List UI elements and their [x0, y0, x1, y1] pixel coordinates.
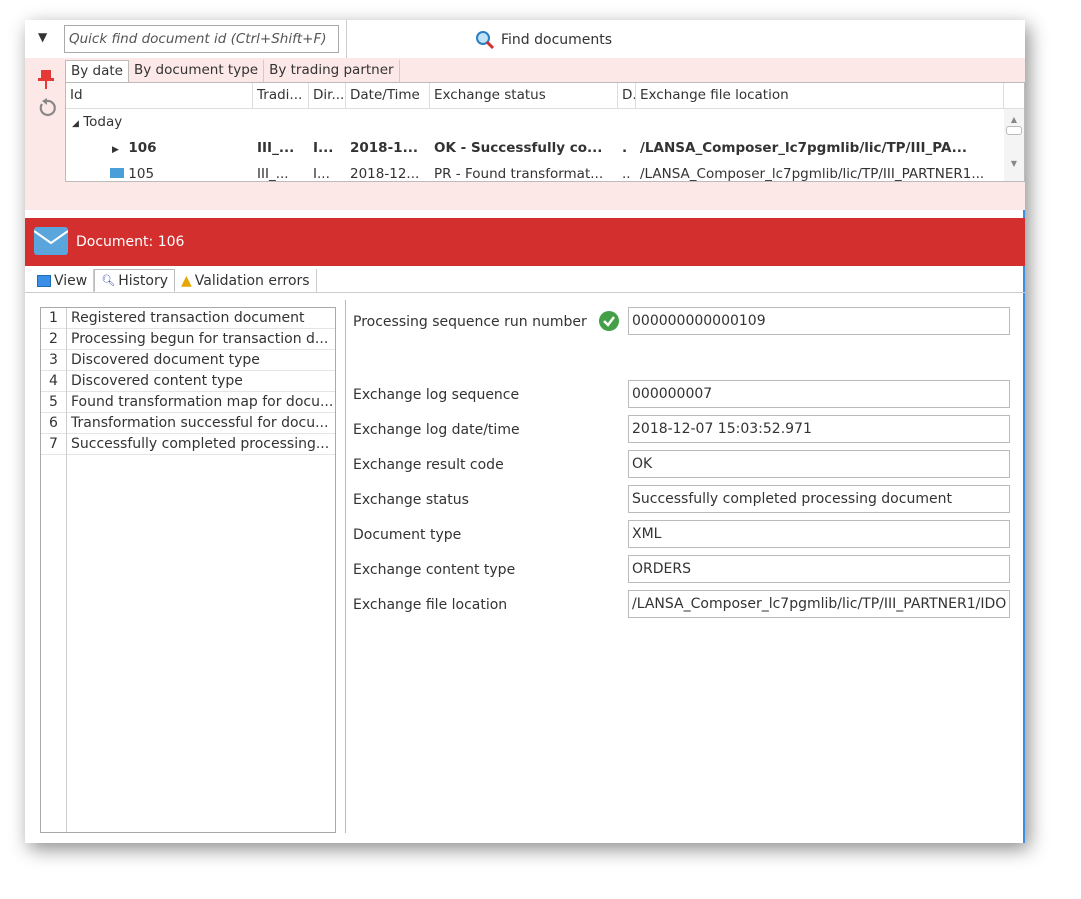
- scroll-thumb[interactable]: [1006, 126, 1022, 135]
- field-label: Exchange result code: [353, 457, 504, 473]
- vertical-scrollbar[interactable]: ▲ ▼: [1004, 109, 1024, 181]
- cell-trading: III_...: [257, 166, 289, 182]
- tab-by-document-type[interactable]: By document type: [129, 60, 265, 82]
- field-value[interactable]: /LANSA_Composer_lc7pgmlib/lic/TP/III_PAR…: [628, 590, 1010, 618]
- field-value[interactable]: 2018-12-07 15:03:52.971: [628, 415, 1010, 443]
- field-label: Exchange log date/time: [353, 422, 520, 438]
- column-header-datetime[interactable]: Date/Time: [346, 83, 430, 108]
- cell-id: 105: [128, 166, 155, 182]
- table-row[interactable]: 105 III_... I... 2018-12... PR - Found t…: [66, 161, 1024, 182]
- field-value[interactable]: 000000007: [628, 380, 1010, 408]
- tab-validation-errors[interactable]: ▲ Validation errors: [175, 269, 317, 292]
- tab-history[interactable]: 🔍︎ History: [94, 269, 176, 292]
- cell-trading: III_...: [257, 140, 295, 156]
- scroll-down-icon[interactable]: ▼: [1004, 159, 1024, 168]
- splitter[interactable]: [345, 300, 346, 833]
- pin-icon[interactable]: [37, 70, 55, 90]
- scroll-up-icon[interactable]: ▲: [1004, 115, 1024, 124]
- expand-icon[interactable]: ▶: [112, 145, 119, 155]
- field-value[interactable]: OK: [628, 450, 1010, 478]
- field-label: Exchange log sequence: [353, 387, 520, 403]
- cell-status: OK - Successfully co...: [434, 140, 603, 156]
- find-documents-button[interactable]: Find documents: [475, 30, 612, 50]
- column-header-id[interactable]: Id: [66, 83, 253, 108]
- tab-by-date[interactable]: By date: [65, 60, 129, 82]
- divider: [346, 20, 347, 58]
- field-label: Document type: [353, 527, 462, 543]
- field-label: Exchange file location: [353, 597, 508, 613]
- check-circle-icon: [599, 311, 619, 331]
- find-documents-label: Find documents: [501, 32, 613, 48]
- search-icon: [476, 31, 495, 50]
- dropdown-arrow-icon[interactable]: ▼: [38, 30, 47, 44]
- cell-d: .: [622, 140, 628, 156]
- warning-icon: ▲: [181, 272, 192, 289]
- history-text: Found transformation map for docu...: [71, 394, 333, 410]
- collapse-icon[interactable]: ◢: [72, 119, 79, 129]
- history-item[interactable]: 6 Transformation successful for docu...: [41, 413, 335, 434]
- history-item[interactable]: 4 Discovered content type: [41, 371, 335, 392]
- column-header-trading[interactable]: Tradi...: [253, 83, 309, 108]
- cell-location: /LANSA_Composer_lc7pgmlib/lic/TP/III_PAR…: [640, 166, 985, 182]
- documents-grid: Id Tradi... Dir... Date/Time Exchange st…: [65, 82, 1025, 182]
- run-number-label: Processing sequence run number: [353, 314, 587, 330]
- column-header-d[interactable]: D.: [618, 83, 636, 108]
- view-icon: [37, 274, 51, 287]
- history-item[interactable]: 7 Successfully completed processing...: [41, 434, 335, 455]
- quick-find-input[interactable]: Quick find document id (Ctrl+Shift+F): [64, 25, 339, 53]
- history-text: Successfully completed processing...: [71, 436, 330, 452]
- column-header-location[interactable]: Exchange file location: [636, 83, 1004, 108]
- history-search-icon: 🔍︎: [101, 274, 116, 287]
- history-item[interactable]: 3 Discovered document type: [41, 350, 335, 371]
- group-row-today[interactable]: ◢ Today: [66, 109, 1024, 135]
- history-text: Discovered document type: [71, 352, 260, 368]
- cell-location: /LANSA_Composer_lc7pgmlib/lic/TP/III_PA.…: [640, 140, 968, 156]
- envelope-icon: [110, 168, 124, 178]
- column-header-status[interactable]: Exchange status: [430, 83, 618, 108]
- field-label: Exchange content type: [353, 562, 516, 578]
- history-text: Registered transaction document: [71, 310, 305, 326]
- cell-id: 106: [128, 140, 157, 156]
- envelope-icon: [34, 227, 68, 255]
- browse-tabs: By date By document type By trading part…: [65, 60, 400, 82]
- field-label: Exchange status: [353, 492, 469, 508]
- field-value[interactable]: ORDERS: [628, 555, 1010, 583]
- tab-view[interactable]: View: [31, 269, 95, 292]
- history-text: Discovered content type: [71, 373, 243, 389]
- detail-tabs: View 🔍︎ History ▲ Validation errors: [31, 269, 317, 292]
- cell-dir: I...: [313, 140, 334, 156]
- app-window: ▼ Quick find document id (Ctrl+Shift+F) …: [25, 20, 1025, 843]
- history-item[interactable]: 1 Registered transaction document: [41, 308, 335, 329]
- column-header-direction[interactable]: Dir...: [309, 83, 346, 108]
- cell-dir: I...: [313, 166, 330, 182]
- cell-datetime: 2018-12...: [350, 166, 420, 182]
- cell-datetime: 2018-1...: [350, 140, 418, 156]
- tab-label: History: [118, 272, 169, 289]
- field-value[interactable]: XML: [628, 520, 1010, 548]
- group-label: Today: [83, 114, 123, 130]
- history-item[interactable]: 2 Processing begun for transaction d...: [41, 329, 335, 350]
- cell-d: ..: [622, 166, 631, 182]
- history-item[interactable]: 5 Found transformation map for docu...: [41, 392, 335, 413]
- cell-status: PR - Found transformat...: [434, 166, 604, 182]
- divider: [25, 292, 1025, 293]
- refresh-icon[interactable]: [37, 98, 57, 118]
- toolbar: ▼ Quick find document id (Ctrl+Shift+F) …: [25, 20, 1025, 58]
- tab-label: Validation errors: [194, 272, 310, 289]
- tab-by-trading-partner[interactable]: By trading partner: [264, 60, 400, 82]
- table-row[interactable]: ▶ 106 III_... I... 2018-1... OK - Succes…: [66, 135, 1024, 161]
- run-number-field[interactable]: 000000000000109: [628, 307, 1010, 335]
- history-text: Transformation successful for docu...: [71, 415, 329, 431]
- field-value[interactable]: Successfully completed processing docume…: [628, 485, 1010, 513]
- history-text: Processing begun for transaction d...: [71, 331, 329, 347]
- tab-label: View: [54, 272, 88, 289]
- document-title: Document: 106: [76, 234, 185, 250]
- document-header: Document: 106: [25, 218, 1025, 266]
- history-list: 1 Registered transaction document 2 Process…: [40, 307, 336, 833]
